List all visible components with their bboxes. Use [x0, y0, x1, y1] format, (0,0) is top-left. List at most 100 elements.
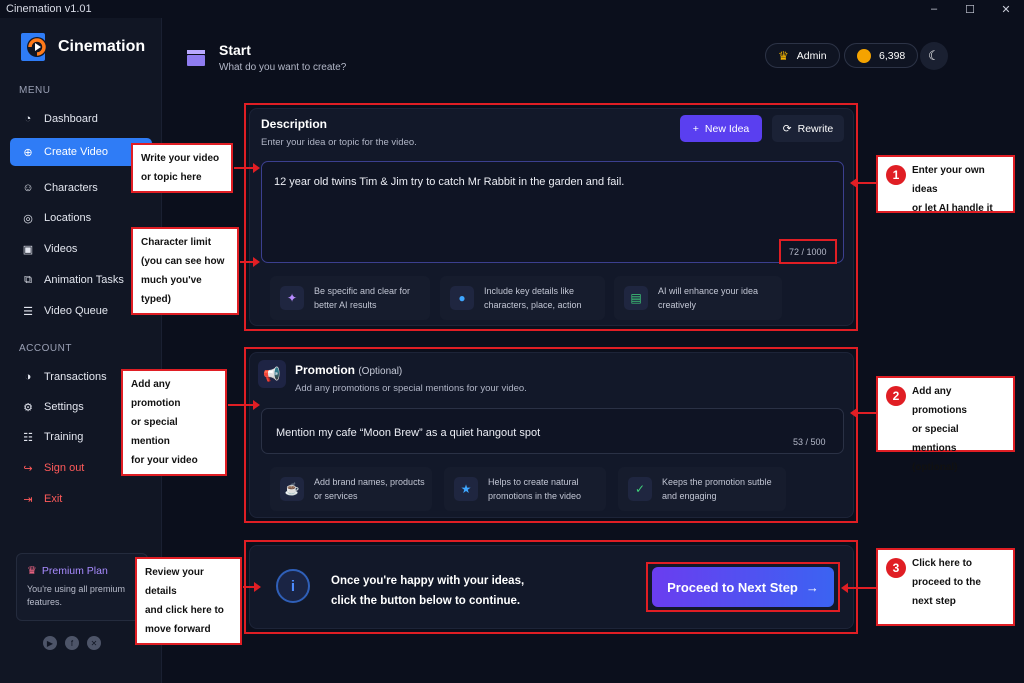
new-idea-label: New Idea [704, 122, 750, 135]
annotation-arrow [841, 583, 876, 593]
step-number-badge: 3 [886, 558, 906, 578]
coin-icon [857, 48, 871, 63]
arrow-right-icon: → [805, 579, 819, 595]
brand[interactable]: Cinemation [20, 32, 145, 62]
rewrite-button[interactable]: ⟳ Rewrite [772, 115, 844, 142]
tip-card: ☕ Add brand names, products or services [270, 467, 432, 511]
callout-line: Click here to [912, 558, 973, 569]
x-icon[interactable]: ✕ [87, 636, 101, 650]
sidebar-item-label: Sign out [44, 462, 85, 474]
sidebar-item-label: Video Queue [44, 305, 109, 317]
promotion-title: Promotion (Optional) [295, 363, 402, 377]
video-icon: ▣ [22, 243, 34, 256]
proceed-message: Once you're happy with your ideas, click… [331, 571, 524, 611]
crown-icon: ♛ [27, 565, 37, 577]
lightbulb-icon: ● [450, 286, 474, 310]
star-icon: ★ [454, 477, 478, 501]
callout-line: or special mention [131, 417, 178, 447]
crown-icon: ♛ [778, 48, 789, 63]
tip-card: ✓ Keeps the promotion sutble and engagin… [618, 467, 786, 511]
promotion-char-counter: 53 / 500 [793, 437, 826, 447]
tasks-icon: ⧉ [24, 273, 32, 286]
annotation-arrow [228, 400, 260, 410]
maximize-button[interactable]: ☐ [952, 0, 988, 18]
description-char-counter: 72 / 1000 [789, 247, 827, 257]
sidebar-item-label: Training [44, 431, 84, 443]
callout-line: much you've typed) [141, 275, 202, 305]
callout-line: Character limit [141, 237, 212, 248]
step-number-badge: 1 [886, 165, 906, 185]
tip-text: Include key details like characters, pla… [484, 286, 582, 310]
annotation-callout: Review your details and click here to mo… [135, 557, 242, 645]
sidebar-item-label: Exit [44, 493, 63, 505]
annotation-arrow [234, 163, 260, 173]
window-title: Cinemation v1.01 [6, 3, 92, 15]
callout-line: Review your details [145, 567, 204, 597]
sidebar-item-label: Videos [44, 243, 78, 255]
callout-line: (optional) [912, 462, 958, 473]
promotion-optional-label: (Optional) [358, 366, 403, 377]
proceed-next-step-button[interactable]: Proceed to Next Step → [652, 567, 834, 607]
megaphone-icon: 📢 [258, 360, 286, 388]
queue-icon: ☰ [23, 305, 33, 318]
promotion-subtitle: Add any promotions or special mentions f… [295, 383, 527, 394]
proceed-button-label: Proceed to Next Step [667, 579, 798, 595]
sidebar-item-label: Animation Tasks [44, 274, 124, 286]
promotion-input[interactable]: Mention my cafe “Moon Brew” as a quiet h… [261, 408, 844, 454]
description-textarea[interactable]: 12 year old twins Tim & Jim try to catch… [261, 161, 844, 263]
brand-name: Cinemation [58, 38, 146, 55]
close-button[interactable]: ✕ [988, 0, 1024, 18]
facebook-icon[interactable]: f [65, 636, 79, 650]
annotation-callout: Character limit (you can see how much yo… [131, 227, 239, 315]
minimize-button[interactable]: – [916, 0, 952, 18]
promotion-title-text: Promotion [295, 363, 355, 377]
account-section-label: ACCOUNT [19, 343, 72, 354]
youtube-icon[interactable]: ▶ [43, 636, 57, 650]
new-idea-button[interactable]: + New Idea [680, 115, 762, 142]
sidebar-item-label: Transactions [44, 371, 107, 383]
sidebar-item-dashboard[interactable]: ◔ Dashboard [10, 105, 152, 133]
tip-card: ● Include key details like characters, p… [440, 276, 605, 320]
credits-pill[interactable]: 6,398 [844, 43, 919, 68]
location-icon: ◎ [23, 212, 33, 225]
sidebar-item-label: Dashboard [44, 113, 98, 125]
plus-icon: + [692, 122, 699, 135]
callout-line: Add any promotion [131, 379, 181, 409]
tip-card: ✦ Be specific and clear for better AI re… [270, 276, 430, 320]
annotation-arrow [850, 408, 876, 418]
annotation-callout: 3 Click here to proceed to the next step [876, 548, 1015, 626]
promotion-text: Mention my cafe “Moon Brew” as a quiet h… [276, 427, 541, 439]
theme-toggle-moon-icon[interactable]: ☾ [920, 42, 948, 70]
callout-line: or topic here [141, 172, 202, 183]
user-pill[interactable]: ♛ Admin [765, 43, 840, 68]
plan-description: You're using all premium features. [27, 584, 125, 607]
callout-line: Add any promotions [912, 386, 967, 416]
sidebar-item-label: Settings [44, 401, 84, 413]
annotation-callout: 1 Enter your own ideas or let AI handle … [876, 155, 1015, 214]
sidebar-item-label: Create Video [44, 146, 109, 158]
annotation-arrow [850, 178, 876, 188]
user-name: Admin [796, 49, 827, 62]
callout-line: for your video [131, 455, 198, 466]
menu-section-label: MENU [19, 85, 51, 96]
transactions-icon: ◑ [24, 371, 32, 383]
premium-plan-card: ♛ Premium Plan You're using all premium … [16, 553, 148, 621]
plus-icon: ⊕ [23, 146, 33, 159]
dashboard-icon: ◔ [24, 113, 32, 125]
sign-out-icon: ↪ [23, 462, 33, 475]
sidebar-item-exit[interactable]: ⇥ Exit [10, 485, 152, 513]
callout-line: or let AI handle it [912, 203, 993, 214]
description-text: 12 year old twins Tim & Jim try to catch… [274, 176, 625, 188]
tip-text: Add brand names, products or services [314, 477, 425, 501]
page-subtitle: What do you want to create? [219, 62, 347, 73]
callout-line: and click here to [145, 605, 224, 616]
page-title: Start [219, 42, 251, 58]
training-icon: ☷ [23, 431, 33, 444]
annotation-callout: 2 Add any promotions or special mentions… [876, 376, 1015, 473]
callout-line: Write your video [141, 153, 220, 164]
callout-line: Enter your own ideas [912, 165, 985, 195]
check-circle-icon: ✓ [628, 477, 652, 501]
callout-line: next step [912, 596, 956, 607]
plan-title: ♛ Premium Plan [27, 564, 137, 578]
tip-card: ★ Helps to create natural promotions in … [444, 467, 606, 511]
